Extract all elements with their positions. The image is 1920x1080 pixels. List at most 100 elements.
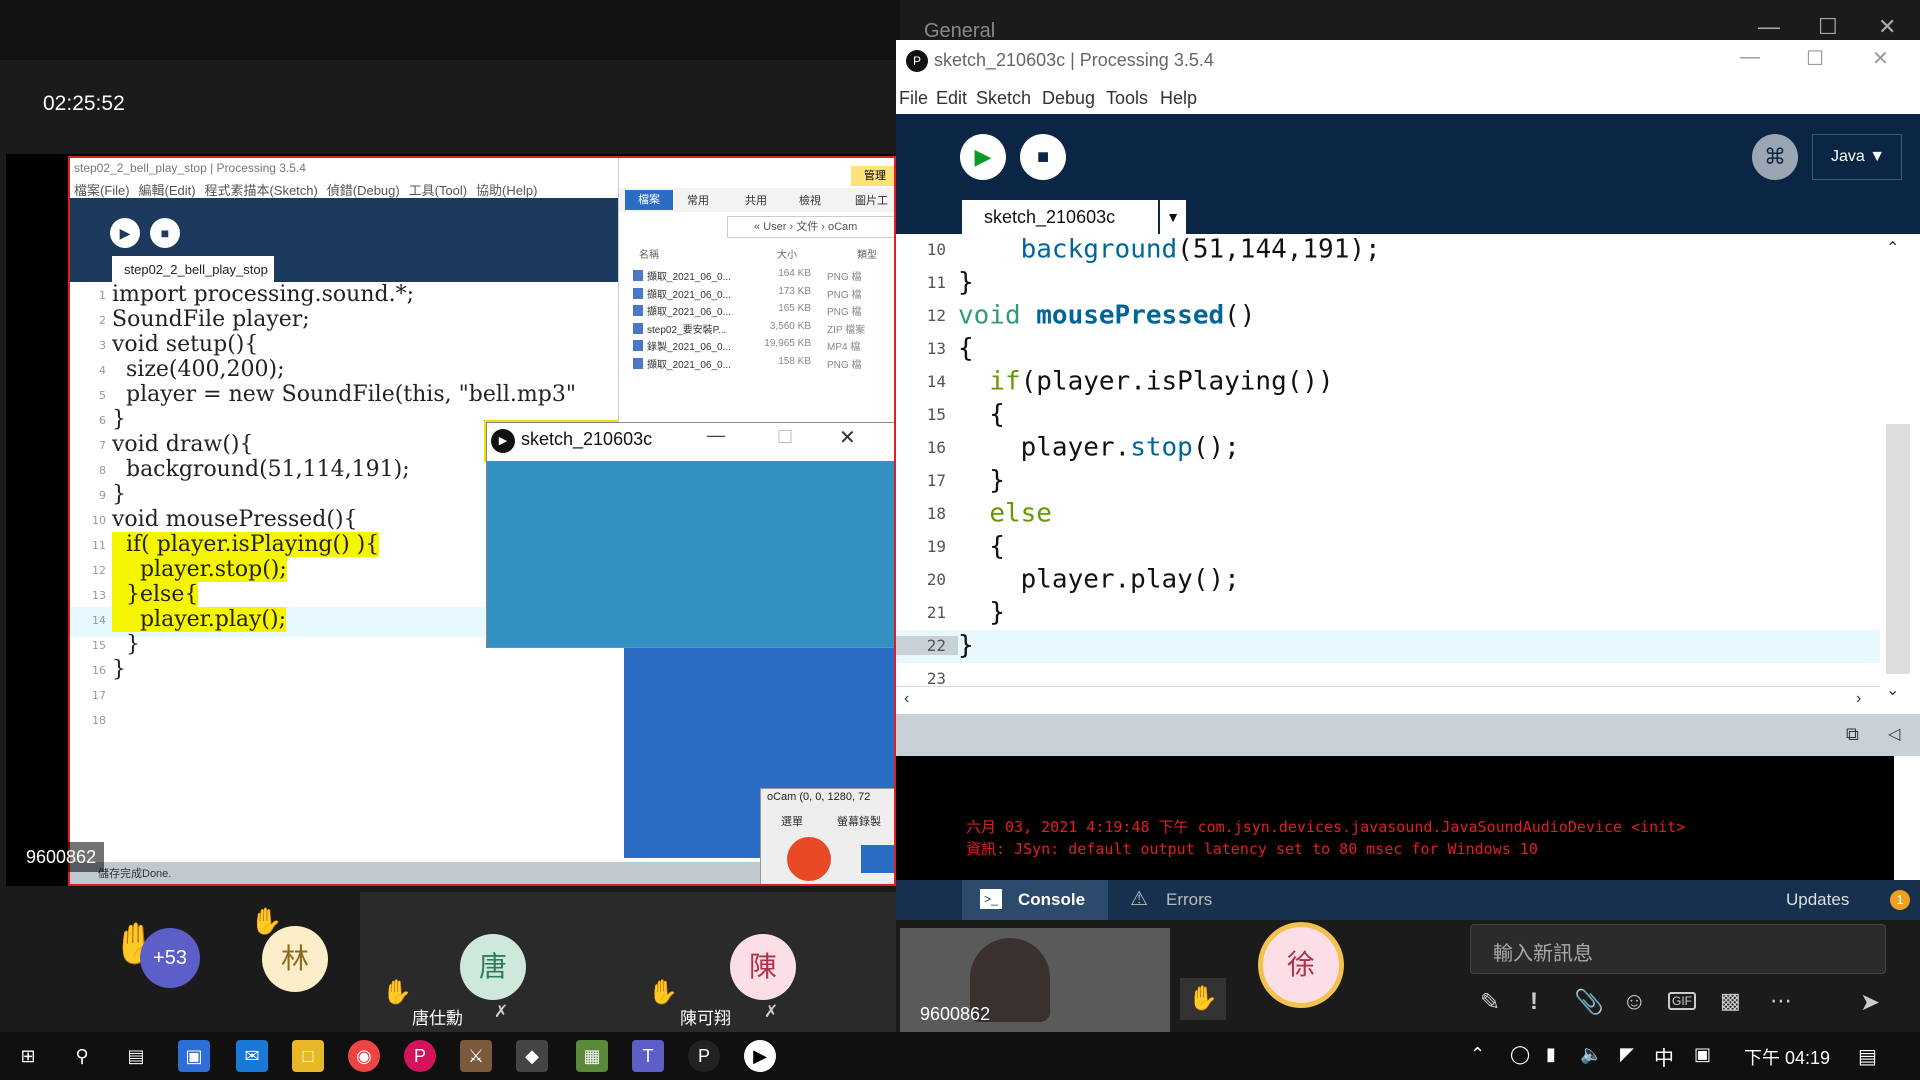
line-number: 3 — [99, 338, 106, 352]
scroll-down-icon[interactable]: ⌄ — [1886, 680, 1899, 700]
menu-tools[interactable]: Tools — [1106, 88, 1148, 109]
run-button[interactable]: ▶ — [960, 134, 1006, 180]
code-token: { — [958, 333, 974, 364]
emoji-icon[interactable]: ☺ — [1622, 988, 1647, 1016]
updates-label[interactable]: Updates — [1786, 890, 1849, 910]
raise-hand-icon[interactable]: ✋ — [1180, 978, 1226, 1020]
vertical-scrollbar[interactable]: ⌃ ⌄ — [1880, 234, 1920, 714]
file-size: 164 KB — [778, 268, 811, 279]
game-icon[interactable]: ⚔ — [460, 1040, 492, 1072]
line-number: 9 — [99, 488, 106, 502]
explorer-headers: 名稱 大小 類型 — [639, 246, 894, 264]
gif-icon[interactable]: GIF — [1668, 992, 1696, 1010]
minimize-icon: — — [707, 425, 725, 445]
file-explorer-icon[interactable]: □ — [292, 1040, 324, 1072]
horizontal-scrollbar[interactable]: ‹ › — [896, 686, 1880, 714]
important-icon[interactable]: ! — [1530, 988, 1538, 1016]
chevron-up-icon[interactable]: ⌃ — [1470, 1044, 1485, 1065]
battery-icon[interactable]: ▮ — [1546, 1044, 1556, 1065]
code-text: } — [958, 466, 1005, 496]
line-number: 15 — [92, 638, 106, 652]
code-token: } — [958, 465, 1005, 496]
menu-help: 協助(Help) — [476, 183, 538, 198]
maximize-icon[interactable]: ☐ — [1818, 14, 1838, 40]
console-scrollbar[interactable] — [1894, 756, 1920, 880]
file-name: 擷取_2021_06_0... — [647, 272, 731, 283]
scrollbar-thumb[interactable] — [1886, 424, 1910, 674]
network-icon[interactable]: ◯ — [1510, 1044, 1530, 1065]
search-icon[interactable]: ⚲ — [66, 1040, 98, 1072]
minimize-icon[interactable]: — — [1740, 46, 1760, 69]
debug-icon[interactable]: ⌘ — [1752, 134, 1798, 180]
menu-edit[interactable]: Edit — [936, 88, 967, 109]
header-name: 名稱 — [639, 250, 659, 261]
participant-tile: 陳 ✋ 陳可翔 ✗ — [630, 892, 896, 1032]
store-icon[interactable]: ▣ — [178, 1040, 210, 1072]
participant-tile: ✋ +53 ✋ 林 — [0, 890, 360, 1032]
errors-tab-label: Errors — [1166, 890, 1213, 909]
code-text: player = new SoundFile(this, "bell.mp3" — [112, 382, 576, 407]
copy-icon[interactable]: ⧉ — [1846, 724, 1859, 745]
mail-icon[interactable]: ✉ — [236, 1040, 268, 1072]
notification-icon[interactable]: ▤ — [1858, 1044, 1877, 1069]
errors-tab[interactable]: ⚠ Errors — [1122, 880, 1252, 920]
clock[interactable]: 下午 04:19 — [1744, 1044, 1830, 1070]
mode-selector[interactable]: Java ▼ — [1812, 134, 1902, 180]
collapse-console-icon[interactable]: ◁ — [1888, 724, 1900, 744]
close-icon[interactable]: ✕ — [1872, 46, 1889, 71]
tab-menu-chevron-down-icon[interactable]: ▼ — [1160, 200, 1186, 234]
scroll-up-icon[interactable]: ⌃ — [1886, 238, 1899, 258]
sticker-icon[interactable]: ▩ — [1720, 988, 1741, 1014]
start-icon[interactable]: ⊞ — [12, 1040, 44, 1072]
code-token: void — [958, 300, 1037, 331]
chat-input-box[interactable]: 輸入新訊息 — [1470, 924, 1886, 974]
maximize-icon[interactable]: ☐ — [1806, 46, 1824, 71]
menu-debug[interactable]: Debug — [1042, 88, 1095, 109]
close-icon[interactable]: ✕ — [1878, 14, 1896, 40]
line-number: 14 — [92, 613, 106, 627]
chat-placeholder: 輸入新訊息 — [1493, 943, 1593, 965]
ide-bottom-tabs: >_ Console ⚠ Errors Updates 1 — [896, 880, 1920, 920]
menu-sketch[interactable]: Sketch — [976, 88, 1031, 109]
shared-user-id: 9600862 — [8, 842, 104, 872]
minimize-icon[interactable]: — — [1758, 14, 1780, 40]
more-participants-badge[interactable]: +53 — [140, 928, 200, 988]
shared-screen-content: step02_2_bell_play_stop | Processing 3.5… — [68, 156, 896, 886]
send-icon[interactable]: ➤ — [1860, 988, 1880, 1017]
path-segment: oCam — [827, 221, 858, 233]
format-icon[interactable]: ✎ — [1480, 988, 1500, 1017]
processing-sketch-icon[interactable]: ▶ — [744, 1040, 776, 1072]
file-size: 3,560 KB — [769, 320, 811, 332]
stop-button[interactable]: ■ — [1020, 134, 1066, 180]
pinterest-icon[interactable]: P — [404, 1040, 436, 1072]
teams-icon[interactable]: T — [632, 1040, 664, 1072]
code-line: 14 if(player.isPlaying()) — [896, 366, 1880, 399]
line-number: 16 — [926, 438, 946, 457]
ime-mode-icon[interactable]: ▣ — [1694, 1044, 1711, 1065]
line-number: 17 — [926, 471, 946, 490]
console-tab[interactable]: >_ Console — [962, 880, 1108, 920]
line-number: 19 — [926, 537, 946, 556]
code-editor[interactable]: 10 background(51,144,191); 11} 12 void mous… — [896, 234, 1920, 714]
minecraft-icon[interactable]: ▦ — [576, 1040, 608, 1072]
chrome-icon[interactable]: ◉ — [348, 1040, 380, 1072]
file-name: 擷取_2021_06_0... — [647, 359, 731, 371]
menu-help[interactable]: Help — [1160, 88, 1197, 109]
scroll-right-icon[interactable]: › — [1856, 690, 1861, 708]
wifi-icon[interactable]: ◤ — [1620, 1044, 1634, 1065]
ribbon-tab-manage: 管理 — [851, 166, 894, 186]
scroll-left-icon[interactable]: ‹ — [904, 690, 909, 708]
volume-icon[interactable]: 🔈 — [1580, 1044, 1602, 1065]
code-line: 13 { — [896, 333, 1880, 366]
attach-icon[interactable]: 📎 — [1574, 988, 1604, 1017]
roblox-icon[interactable]: ◆ — [516, 1040, 548, 1072]
code-text: } — [112, 482, 126, 507]
processing-icon[interactable]: P — [688, 1040, 720, 1072]
more-options-icon[interactable]: ⋯ — [1770, 988, 1792, 1014]
path-segment: User — [763, 221, 787, 233]
editor-tab[interactable]: sketch_210603c — [962, 200, 1158, 234]
ime-indicator[interactable]: 中 — [1654, 1042, 1674, 1071]
menu-file[interactable]: File — [899, 88, 928, 109]
code-token: (player.isPlaying()) — [1020, 366, 1334, 397]
task-view-icon[interactable]: ▤ — [120, 1040, 152, 1072]
